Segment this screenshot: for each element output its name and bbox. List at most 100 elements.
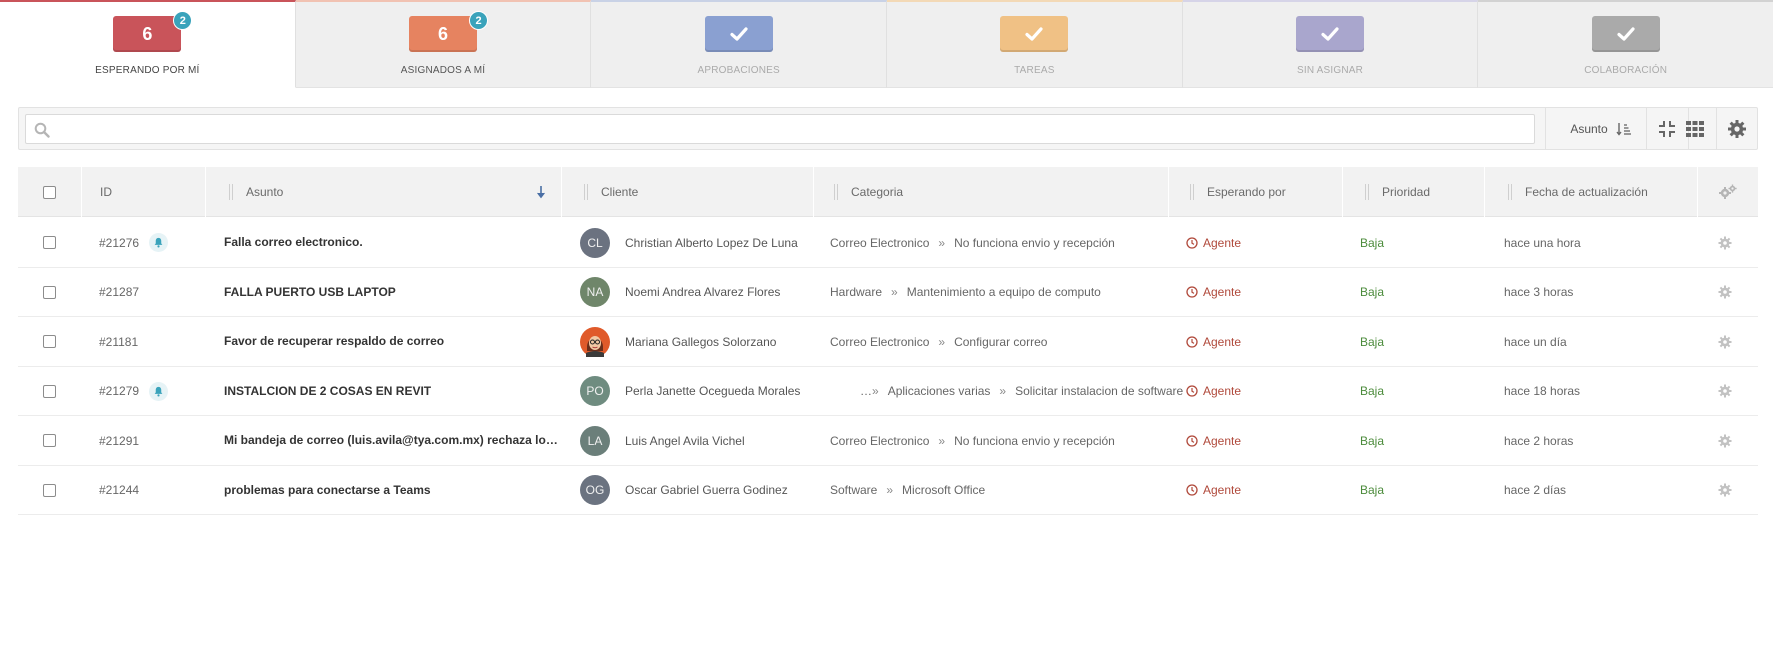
ticket-subject[interactable]: problemas para conectarse a Teams — [224, 466, 564, 515]
ticket-id[interactable]: #21244 — [99, 483, 139, 497]
category-separator: » — [938, 235, 946, 250]
row-settings-icon[interactable] — [1718, 335, 1732, 349]
waiting-for-label: Agente — [1203, 334, 1242, 349]
ticket-id[interactable]: #21279 — [99, 384, 139, 398]
tab-aprobaciones[interactable]: APROBACIONES — [591, 0, 888, 88]
row-settings[interactable] — [1718, 367, 1732, 416]
tab-count-box: 62 — [409, 11, 488, 52]
notification-bell[interactable] — [149, 233, 169, 252]
ticket-id[interactable]: #21181 — [99, 335, 138, 349]
avatar: LA — [580, 425, 610, 456]
header-subject[interactable]: Asunto — [229, 167, 569, 217]
row-settings-icon[interactable] — [1718, 434, 1732, 448]
waiting-for: Agente — [1186, 317, 1241, 366]
column-resize-handle[interactable] — [834, 184, 838, 200]
table-row[interactable]: #21244 problemas para conectarse a Teams O… — [18, 465, 1758, 515]
category-path: Hardware » Mantenimiento a equipo de compu… — [830, 268, 1101, 317]
avatar-cell: NA — [580, 268, 610, 317]
row-checkbox[interactable] — [43, 384, 56, 398]
client-name[interactable]: Perla Janette Ocegueda Morales — [625, 367, 800, 416]
ticket-id[interactable]: #21276 — [99, 236, 139, 250]
category-item: Mantenimiento a equipo de computo — [906, 285, 1101, 299]
search-icon — [34, 122, 50, 138]
search-box[interactable] — [25, 114, 1535, 144]
column-resize-handle[interactable] — [1508, 184, 1512, 200]
row-settings-icon[interactable] — [1718, 236, 1732, 250]
table-row[interactable]: #21287 FALLA PUERTO USB LAPTOP NA Noemi And… — [18, 267, 1758, 317]
column-resize-handle[interactable] — [584, 184, 588, 200]
row-checkbox[interactable] — [43, 285, 56, 299]
sort-button[interactable]: Asunto — [1557, 108, 1645, 149]
row-settings-icon[interactable] — [1718, 285, 1732, 299]
select-all-checkbox[interactable] — [43, 185, 56, 199]
tab-colaboración[interactable]: COLABORACIÓN — [1478, 0, 1773, 88]
tab-tareas[interactable]: TAREAS — [887, 0, 1183, 88]
row-settings-icon[interactable] — [1718, 483, 1732, 497]
tab-count-box — [1591, 16, 1660, 52]
ticket-id-cell: #21244 — [99, 466, 139, 515]
client-name[interactable]: Noemi Andrea Alvarez Flores — [625, 268, 780, 317]
header-priority[interactable]: Prioridad — [1365, 167, 1430, 217]
client-name[interactable]: Christian Alberto Lopez De Luna — [625, 218, 798, 267]
row-settings[interactable] — [1718, 466, 1732, 515]
ticket-subject[interactable]: Falla correo electronico. — [224, 218, 564, 267]
row-settings[interactable] — [1718, 218, 1732, 267]
category-item: Aplicaciones varias — [887, 384, 991, 398]
ticket-subject[interactable]: INSTALCION DE 2 COSAS EN REVIT — [224, 367, 564, 416]
row-checkbox[interactable] — [43, 236, 56, 249]
table-row[interactable]: #21181 Favor de recuperar respaldo de cor… — [18, 317, 1758, 367]
category-item: Correo Electronico — [830, 334, 930, 349]
ticket-id[interactable]: #21287 — [99, 285, 139, 299]
row-settings-icon[interactable] — [1718, 384, 1732, 398]
select-all-checkbox-cell — [43, 167, 56, 217]
column-resize-handle[interactable] — [1190, 184, 1194, 200]
row-settings[interactable] — [1718, 268, 1732, 317]
tab-count-box: 62 — [113, 11, 193, 52]
ticket-subject[interactable]: Mi bandeja de correo (luis.avila@tya.com… — [224, 416, 564, 465]
updated-date: hace 2 horas — [1504, 433, 1574, 448]
column-resize-handle[interactable] — [1365, 184, 1369, 200]
tab-count-box — [1000, 16, 1069, 52]
header-client[interactable]: Cliente — [584, 167, 638, 217]
header-waiting[interactable]: Esperando por — [1190, 167, 1286, 217]
ticket-id[interactable]: #21291 — [99, 434, 139, 448]
row-checkbox[interactable] — [43, 483, 56, 497]
clock-icon — [1186, 434, 1198, 447]
row-checkbox[interactable] — [43, 335, 56, 348]
clock-icon — [1186, 484, 1198, 496]
waiting-for-label: Agente — [1203, 433, 1242, 448]
header-id[interactable]: ID — [100, 167, 112, 217]
avatar: CL — [580, 227, 610, 258]
client-name[interactable]: Oscar Gabriel Guerra Godinez — [625, 466, 788, 515]
header-category[interactable]: Categoria — [834, 167, 903, 217]
client-name[interactable]: Mariana Gallegos Solorzano — [625, 317, 776, 366]
column-resize-handle[interactable] — [229, 184, 233, 200]
table-row[interactable]: #21276 Falla correo electronico. CL Christi… — [18, 218, 1758, 268]
row-checkbox-cell — [43, 268, 56, 317]
row-checkbox[interactable] — [43, 434, 56, 447]
client-name[interactable]: Luis Angel Avila Vichel — [625, 416, 745, 465]
tab-esperando-por-mí[interactable]: 6 2 ESPERANDO POR MÍ — [0, 0, 296, 88]
row-settings[interactable] — [1718, 317, 1732, 366]
tab-sin-asignar[interactable]: SIN ASIGNAR — [1182, 0, 1479, 88]
column-settings[interactable] — [1719, 167, 1737, 217]
notification-bell[interactable] — [149, 381, 169, 401]
avatar: OG — [580, 475, 610, 505]
row-settings[interactable] — [1718, 416, 1732, 465]
table-row[interactable]: #21291 Mi bandeja de correo (luis.avila@t… — [18, 416, 1758, 466]
ticket-subject[interactable]: Favor de recuperar respaldo de correo — [224, 317, 564, 366]
avatar-cell: CL — [580, 218, 610, 267]
updated-date: hace 3 horas — [1504, 285, 1574, 299]
grid-view-button[interactable] — [1674, 108, 1716, 149]
settings-button[interactable] — [1716, 108, 1758, 149]
tab-asignados-a-mí[interactable]: 6 2 ASIGNADOS A MÍ — [295, 0, 592, 88]
search-input[interactable] — [58, 118, 1518, 140]
column-divider — [1484, 167, 1485, 217]
ticket-id-cell: #21287 — [99, 268, 139, 317]
clock-icon — [1186, 286, 1198, 298]
ticket-subject[interactable]: FALLA PUERTO USB LAPTOP — [224, 268, 564, 317]
header-updated[interactable]: Fecha de actualización — [1508, 167, 1648, 217]
category-separator: » — [891, 285, 898, 299]
table-row[interactable]: #21279 INSTALCION DE 2 COSAS EN REVIT PO Pe… — [18, 366, 1758, 416]
waiting-for: Agente — [1186, 218, 1241, 267]
